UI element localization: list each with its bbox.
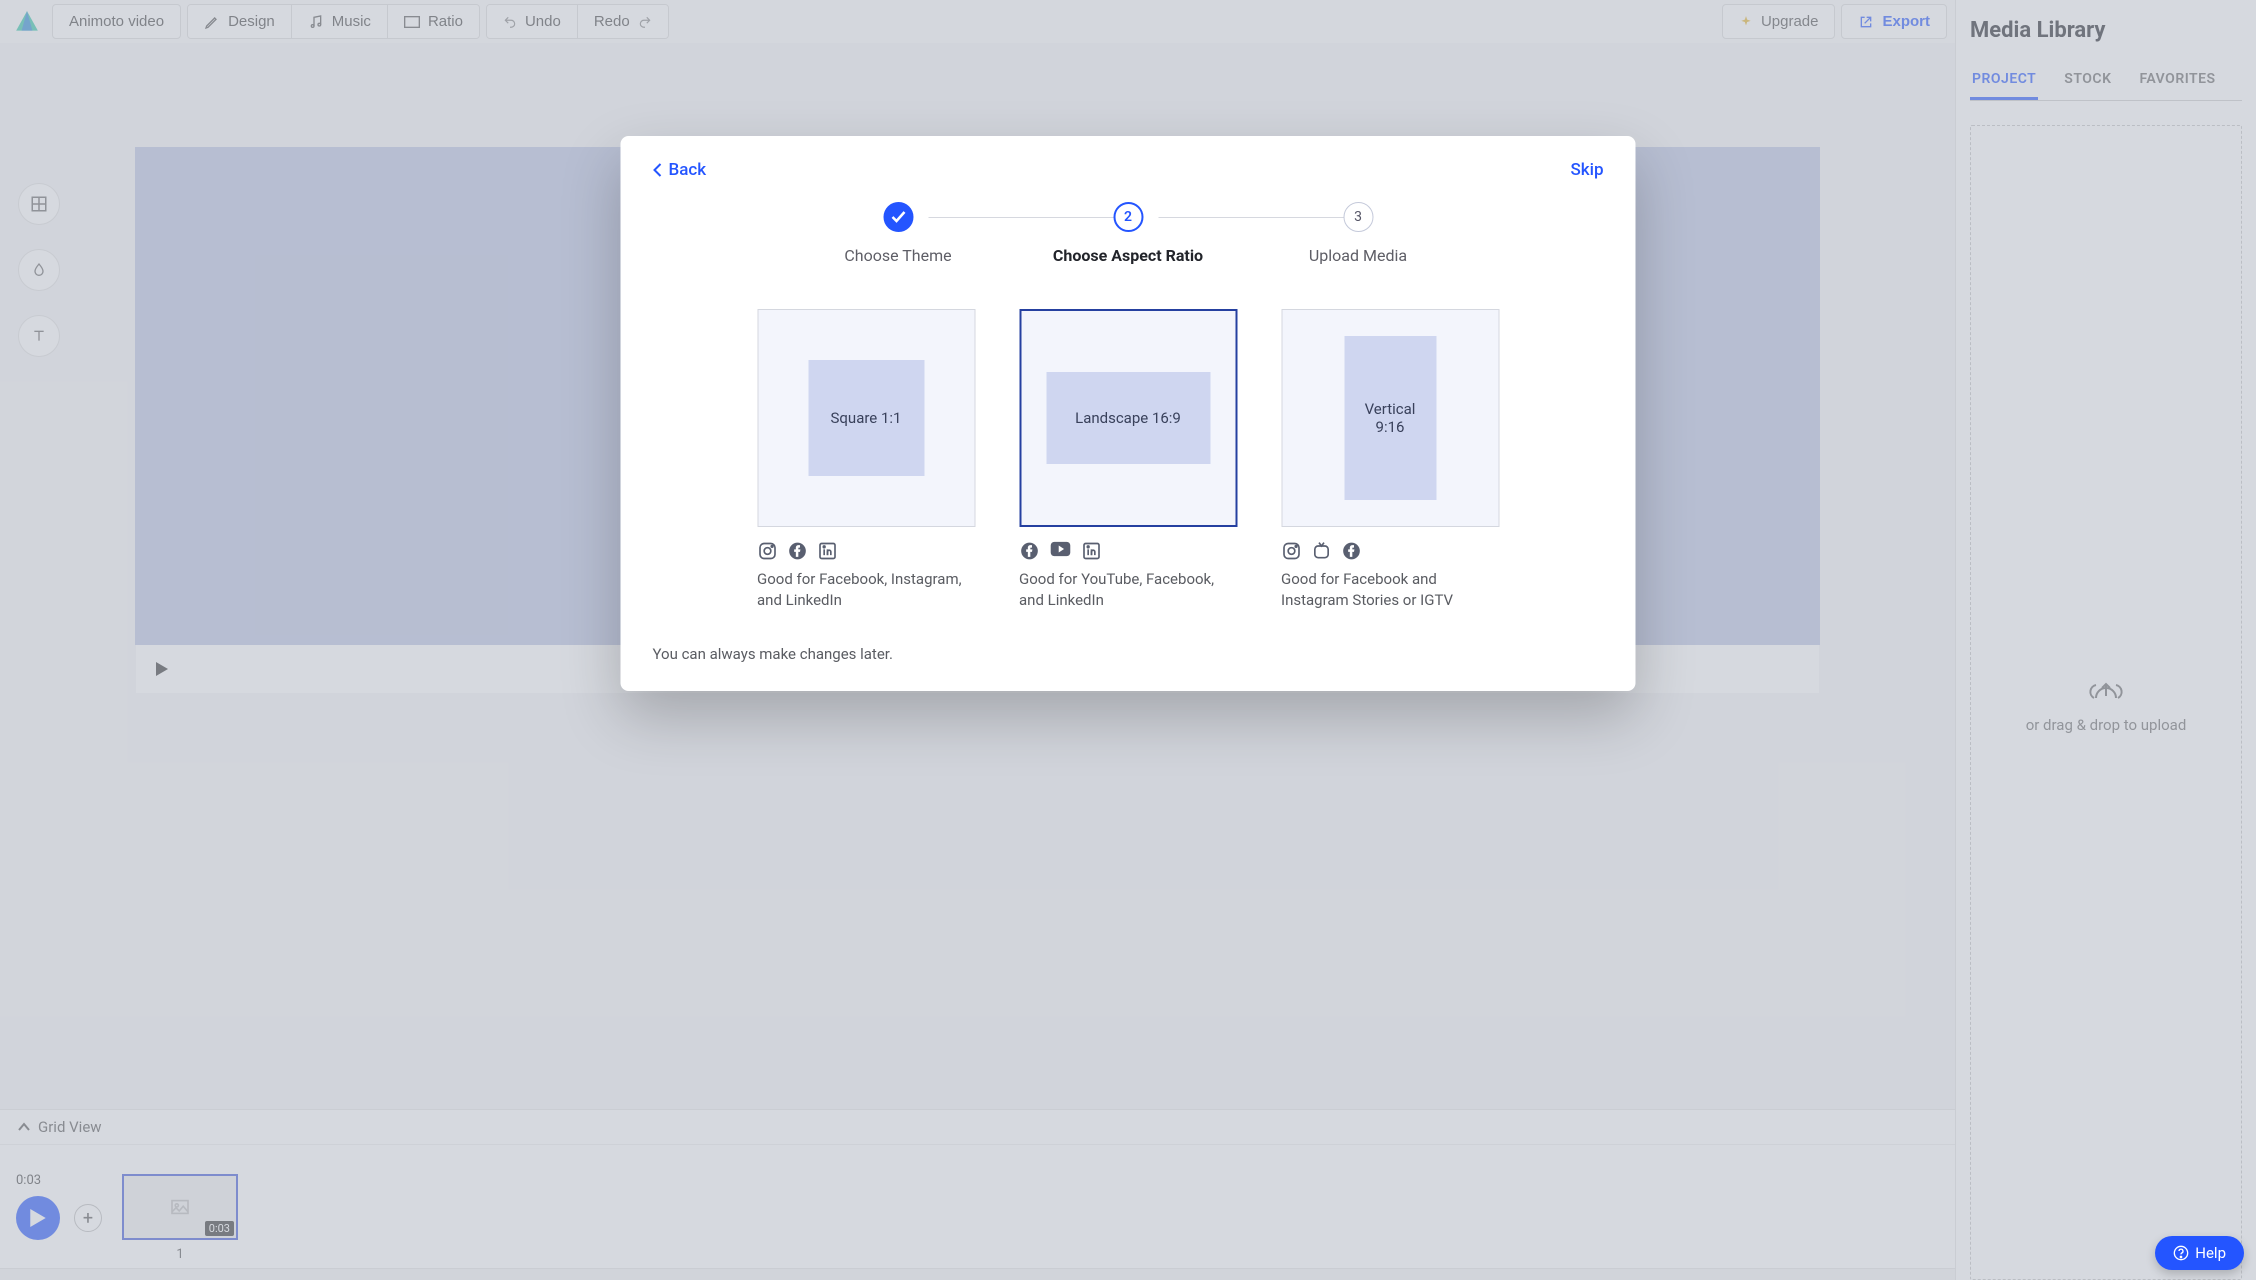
ratio-option-landscape[interactable]: Landscape 16:9 Good for YouTube, Faceboo… bbox=[1019, 309, 1237, 611]
step-3[interactable]: 3 Upload Media bbox=[1243, 202, 1473, 265]
aspect-ratio-modal: Back Skip Choose Theme 2 Choose Aspect R… bbox=[621, 136, 1636, 691]
modal-back-button[interactable]: Back bbox=[653, 160, 707, 180]
ratio-option-vertical[interactable]: Vertical9:16 Good for Facebook and Insta… bbox=[1281, 309, 1499, 611]
question-icon bbox=[2173, 1245, 2189, 1261]
facebook-icon bbox=[1341, 541, 1361, 561]
instagram-icon bbox=[1281, 541, 1301, 561]
linkedin-icon bbox=[817, 541, 837, 561]
check-icon bbox=[891, 211, 905, 223]
step-2[interactable]: 2 Choose Aspect Ratio bbox=[1013, 202, 1243, 265]
modal-footnote: You can always make changes later. bbox=[653, 645, 1604, 663]
help-button[interactable]: Help bbox=[2155, 1236, 2244, 1270]
modal-stepper: Choose Theme 2 Choose Aspect Ratio 3 Upl… bbox=[653, 202, 1604, 265]
chevron-left-icon bbox=[653, 163, 663, 177]
step-1[interactable]: Choose Theme bbox=[783, 202, 1013, 265]
instagram-icon bbox=[757, 541, 777, 561]
youtube-icon bbox=[1049, 541, 1071, 561]
ratio-option-square[interactable]: Square 1:1 Good for Facebook, Instagram,… bbox=[757, 309, 975, 611]
facebook-icon bbox=[787, 541, 807, 561]
modal-skip-button[interactable]: Skip bbox=[1570, 160, 1603, 180]
facebook-icon bbox=[1019, 541, 1039, 561]
linkedin-icon bbox=[1081, 541, 1101, 561]
igtv-icon bbox=[1311, 541, 1331, 561]
